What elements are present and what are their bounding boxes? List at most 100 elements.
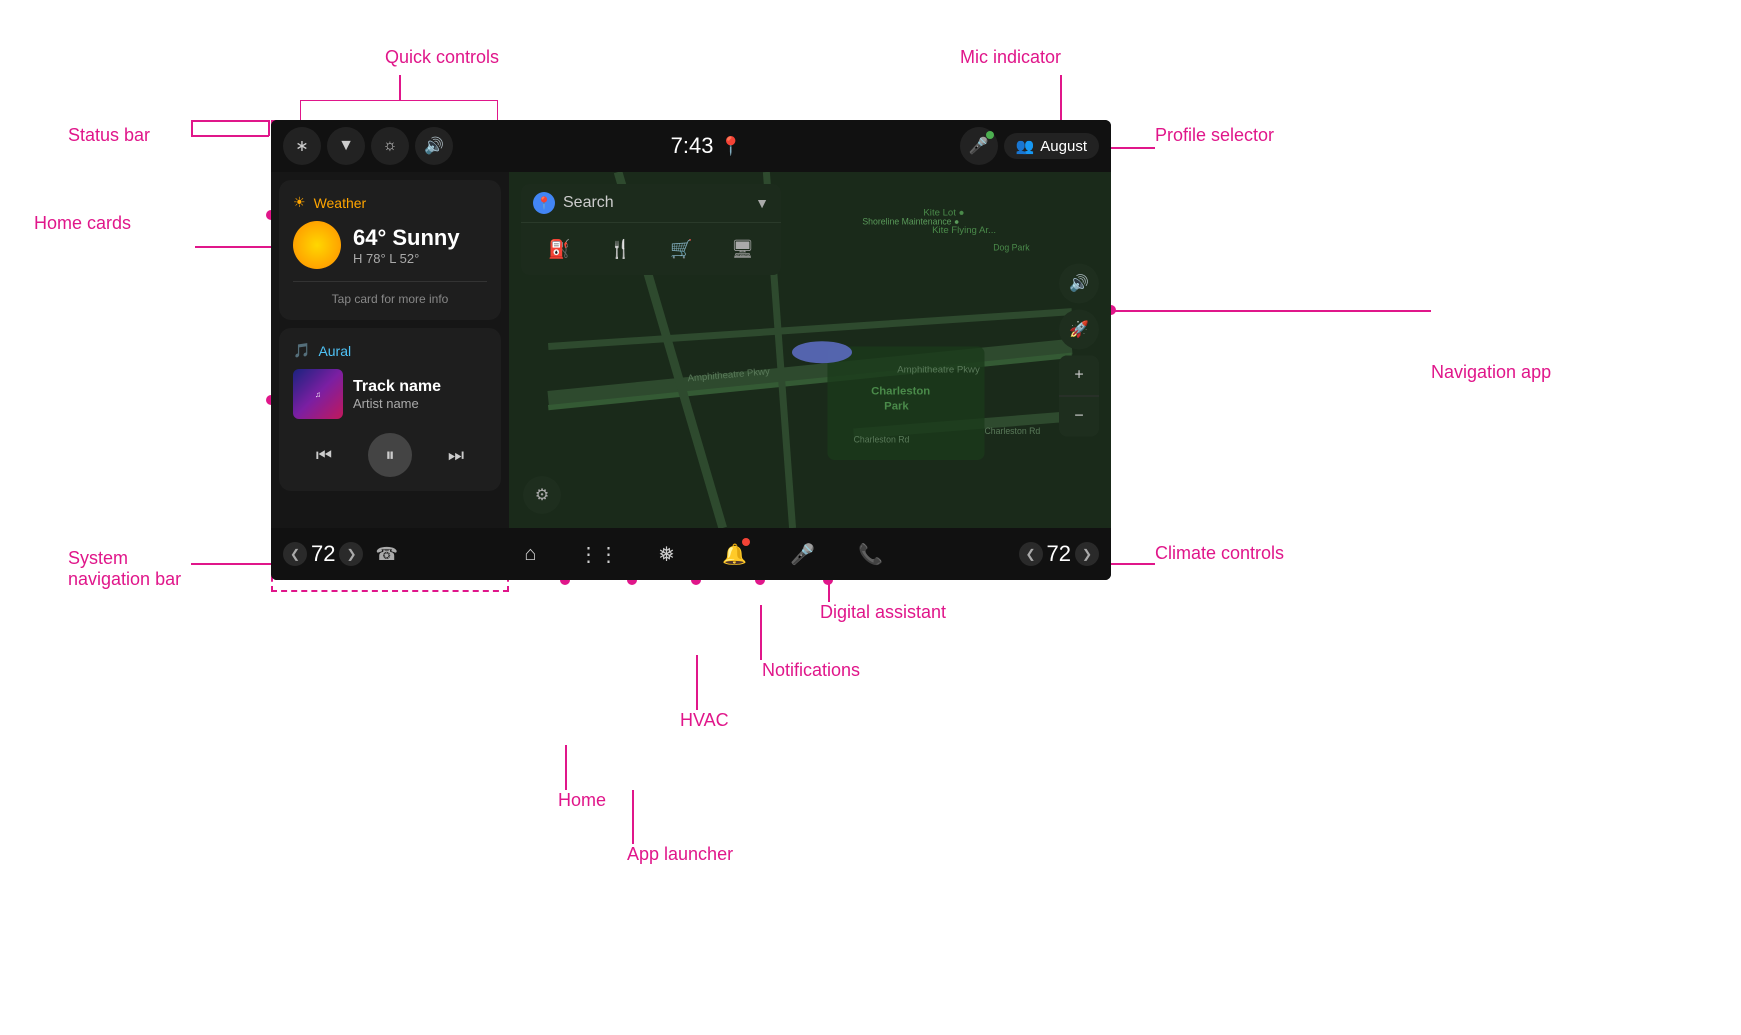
svg-text:Charleston Rd: Charleston Rd: [985, 426, 1041, 436]
climate-controls-label: Climate controls: [1155, 543, 1284, 564]
hvac-line-v: [696, 655, 698, 710]
climate-left-down-button[interactable]: ❮: [283, 542, 307, 566]
notification-badge: [742, 538, 750, 546]
notif-line-v: [760, 605, 762, 660]
svg-text:Kite Flying Ar...: Kite Flying Ar...: [932, 225, 996, 236]
microphone-icon: 🎤: [790, 542, 815, 567]
weather-card-header: ☀ Weather: [293, 194, 487, 211]
nav-center: ⌂ ⋮⋮ ❅ 🔔 🎤 📞: [410, 534, 991, 574]
music-note-icon: 🎵: [293, 342, 310, 359]
weather-tap-hint: Tap card for more info: [293, 281, 487, 306]
music-card[interactable]: 🎵 Aural ♫ Track name Artist name ⏮ ⏸ ⏭: [279, 328, 501, 491]
mic-line-v: [1060, 75, 1062, 125]
weather-card[interactable]: ☀ Weather 64° Sunny H 78° L 52° Tap card…: [279, 180, 501, 320]
zoom-out-button[interactable]: −: [1059, 397, 1099, 437]
zoom-controls: + −: [1059, 356, 1099, 437]
climate-left-up-button[interactable]: ❯: [339, 542, 363, 566]
prev-button[interactable]: ⏮: [306, 437, 342, 473]
sun-icon: [293, 221, 341, 269]
home-nav-button[interactable]: ⌂: [510, 534, 550, 574]
clock: 7:43: [671, 133, 714, 159]
signal-icon[interactable]: ▼: [327, 127, 365, 165]
profile-line: [1108, 147, 1155, 149]
phone-nav-icon[interactable]: 📞: [850, 534, 890, 574]
zoom-in-button[interactable]: +: [1059, 356, 1099, 396]
status-bar-line-h: [191, 135, 269, 137]
notifications-label: Notifications: [762, 660, 860, 681]
status-bar-line-v2: [268, 120, 270, 136]
volume-icon[interactable]: 🔊: [415, 127, 453, 165]
climate-right: ❮ 72 ❯: [991, 541, 1111, 567]
profile-icon: 👥: [1016, 137, 1035, 155]
climate-right-up-button[interactable]: ❯: [1075, 542, 1099, 566]
hvac-label: HVAC: [680, 710, 729, 731]
search-input-row[interactable]: 📍 Search ▼: [521, 184, 781, 223]
call-icon: 📞: [858, 542, 883, 567]
notifications-button[interactable]: 🔔: [714, 534, 754, 574]
music-app-name: Aural: [318, 343, 351, 359]
bluetooth-icon[interactable]: ∗: [283, 127, 321, 165]
next-button[interactable]: ⏭: [438, 437, 474, 473]
hvac-button[interactable]: ❅: [646, 534, 686, 574]
search-bar[interactable]: 📍 Search ▼ ⛽ 🍴 🛒 🖥: [521, 184, 781, 275]
clock-area: 7:43 📍: [459, 133, 954, 159]
location-pin-icon: 📍: [720, 136, 742, 157]
home-cards-label: Home cards: [34, 213, 131, 234]
parking-category-icon[interactable]: 🖥: [725, 231, 761, 267]
track-info: Track name Artist name: [353, 378, 441, 411]
artist-name: Artist name: [353, 396, 441, 411]
weather-info: 64° Sunny H 78° L 52°: [353, 225, 460, 266]
svg-text:Amphitheatre Pkwy: Amphitheatre Pkwy: [897, 365, 980, 376]
search-text: Search: [563, 194, 747, 212]
music-card-header: 🎵 Aural: [293, 342, 487, 359]
status-bar-bracket-top: [191, 120, 269, 122]
car-ui: ∗ ▼ ☼ 🔊 7:43 📍 🎤 👥 August ☀ Weather: [271, 120, 1111, 580]
brightness-icon[interactable]: ☼: [371, 127, 409, 165]
weather-main: 64° Sunny H 78° L 52°: [293, 221, 487, 269]
profile-name: August: [1040, 138, 1087, 155]
quick-controls-line: [399, 75, 401, 100]
app-launcher-button[interactable]: ⋮⋮: [578, 534, 618, 574]
shopping-category-icon[interactable]: 🛒: [664, 231, 700, 267]
profile-selector[interactable]: 👥 August: [1004, 133, 1099, 159]
navigation-button[interactable]: 🚀: [1059, 310, 1099, 350]
status-bar: ∗ ▼ ☼ 🔊 7:43 📍 🎤 👥 August: [271, 120, 1111, 172]
home-cards-line: [195, 246, 271, 248]
navigation-app-label: Navigation app: [1431, 362, 1551, 383]
assistant-button[interactable]: 🎤: [782, 534, 822, 574]
app-launcher-label: App launcher: [627, 844, 733, 865]
profile-selector-label: Profile selector: [1155, 125, 1274, 146]
volume-map-button[interactable]: 🔊: [1059, 264, 1099, 304]
fuel-category-icon[interactable]: ⛽: [542, 231, 578, 267]
climate-right-down-button[interactable]: ❮: [1019, 542, 1043, 566]
svg-text:Dog Park: Dog Park: [993, 243, 1030, 253]
hvac-icon: ❅: [658, 542, 675, 567]
mic-green-dot: [986, 131, 994, 139]
system-nav-bar: ❮ 72 ❯ ☎ ⌂ ⋮⋮ ❅ 🔔 🎤 📞: [271, 528, 1111, 580]
mic-indicator[interactable]: 🎤: [960, 127, 998, 165]
climate-left-temp: 72: [311, 541, 335, 567]
status-bar-label: Status bar: [68, 125, 150, 146]
phone-icon[interactable]: ☎: [375, 544, 397, 565]
weather-icon: ☀: [293, 194, 306, 211]
album-art: ♫: [293, 369, 343, 419]
map-controls-right: 🔊 🚀 + −: [1059, 264, 1099, 437]
sys-nav-line: [191, 563, 271, 565]
sys-nav-label: Systemnavigation bar: [68, 548, 181, 590]
map-settings-button[interactable]: ⚙: [523, 476, 561, 514]
quick-controls-label: Quick controls: [385, 47, 499, 68]
mic-indicator-label: Mic indicator: [960, 47, 1061, 68]
climate-right-temp: 72: [1047, 541, 1071, 567]
climate-left: ❮ 72 ❯ ☎: [271, 541, 410, 567]
home-cards-panel: ☀ Weather 64° Sunny H 78° L 52° Tap card…: [271, 172, 509, 528]
weather-temp: 64° Sunny: [353, 225, 460, 251]
svg-text:Charleston: Charleston: [871, 386, 930, 398]
svg-text:Park: Park: [884, 400, 909, 412]
app-launcher-line-v: [632, 790, 634, 844]
location-oval: [792, 341, 852, 363]
restaurant-category-icon[interactable]: 🍴: [603, 231, 639, 267]
map-area[interactable]: Amphitheatre Pkwy Amphitheatre Pkwy Char…: [509, 172, 1111, 528]
play-pause-button[interactable]: ⏸: [368, 433, 412, 477]
maps-pin-icon: 📍: [533, 192, 555, 214]
status-bar-line-v1: [191, 120, 193, 136]
